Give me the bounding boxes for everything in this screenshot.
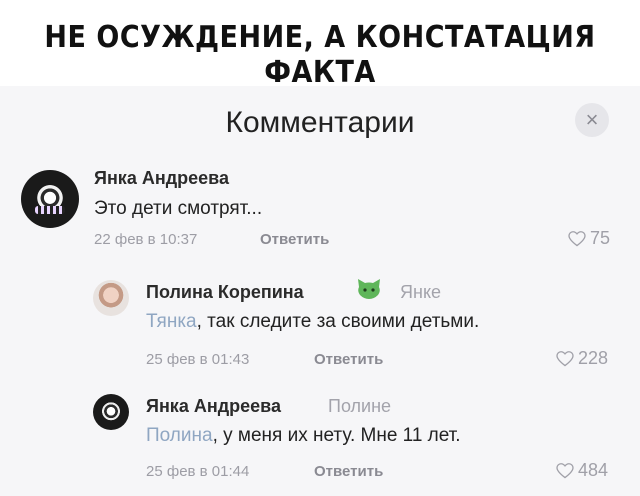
- comment-date: 22 фев в 10:37: [94, 231, 198, 248]
- page-title: Комментарии: [225, 106, 415, 139]
- like-button[interactable]: 75: [568, 228, 610, 249]
- reply-to-label[interactable]: Полине: [328, 396, 391, 417]
- heart-icon: [568, 230, 586, 246]
- close-icon: ×: [585, 107, 599, 132]
- reply-button[interactable]: Ответить: [314, 351, 383, 368]
- comment-text: Тянка, так следите за своими детьми.: [146, 311, 479, 333]
- comment-body: , у меня их нету. Мне 11 лет.: [212, 425, 461, 446]
- heart-icon: [556, 350, 574, 366]
- comment-date: 25 фев в 01:43: [146, 351, 250, 368]
- comment-text: Это дети смотрят...: [94, 198, 263, 219]
- comment-author[interactable]: Полина Корепина: [146, 282, 304, 303]
- like-button[interactable]: 484: [556, 460, 608, 481]
- cat-emoji-icon: [358, 279, 380, 299]
- like-count: 484: [578, 460, 609, 480]
- heart-icon: [556, 462, 574, 478]
- comment-text: Полина, у меня их нету. Мне 11 лет.: [146, 425, 461, 447]
- like-count: 228: [578, 348, 609, 368]
- mention-link[interactable]: Полина: [146, 425, 213, 446]
- avatar[interactable]: [21, 170, 79, 228]
- like-count: 75: [590, 228, 611, 248]
- reply-button[interactable]: Ответить: [314, 463, 383, 480]
- reply-button[interactable]: Ответить: [260, 231, 329, 248]
- comment-author[interactable]: Янка Андреева: [94, 168, 229, 189]
- avatar[interactable]: [93, 394, 129, 430]
- comment-date: 25 фев в 01:44: [146, 463, 250, 480]
- like-button[interactable]: 228: [556, 348, 608, 369]
- reply-to-label[interactable]: Янке: [400, 282, 441, 303]
- meme-caption: НЕ ОСУЖДЕНИЕ, А КОНСТАТАЦИЯ ФАКТА: [44, 20, 596, 90]
- avatar[interactable]: [93, 280, 129, 316]
- comment-body: , так следите за своими детьми.: [196, 311, 480, 332]
- close-button[interactable]: ×: [575, 103, 609, 137]
- mention-link[interactable]: Тянка: [146, 311, 197, 332]
- comment-author[interactable]: Янка Андреева: [146, 396, 281, 417]
